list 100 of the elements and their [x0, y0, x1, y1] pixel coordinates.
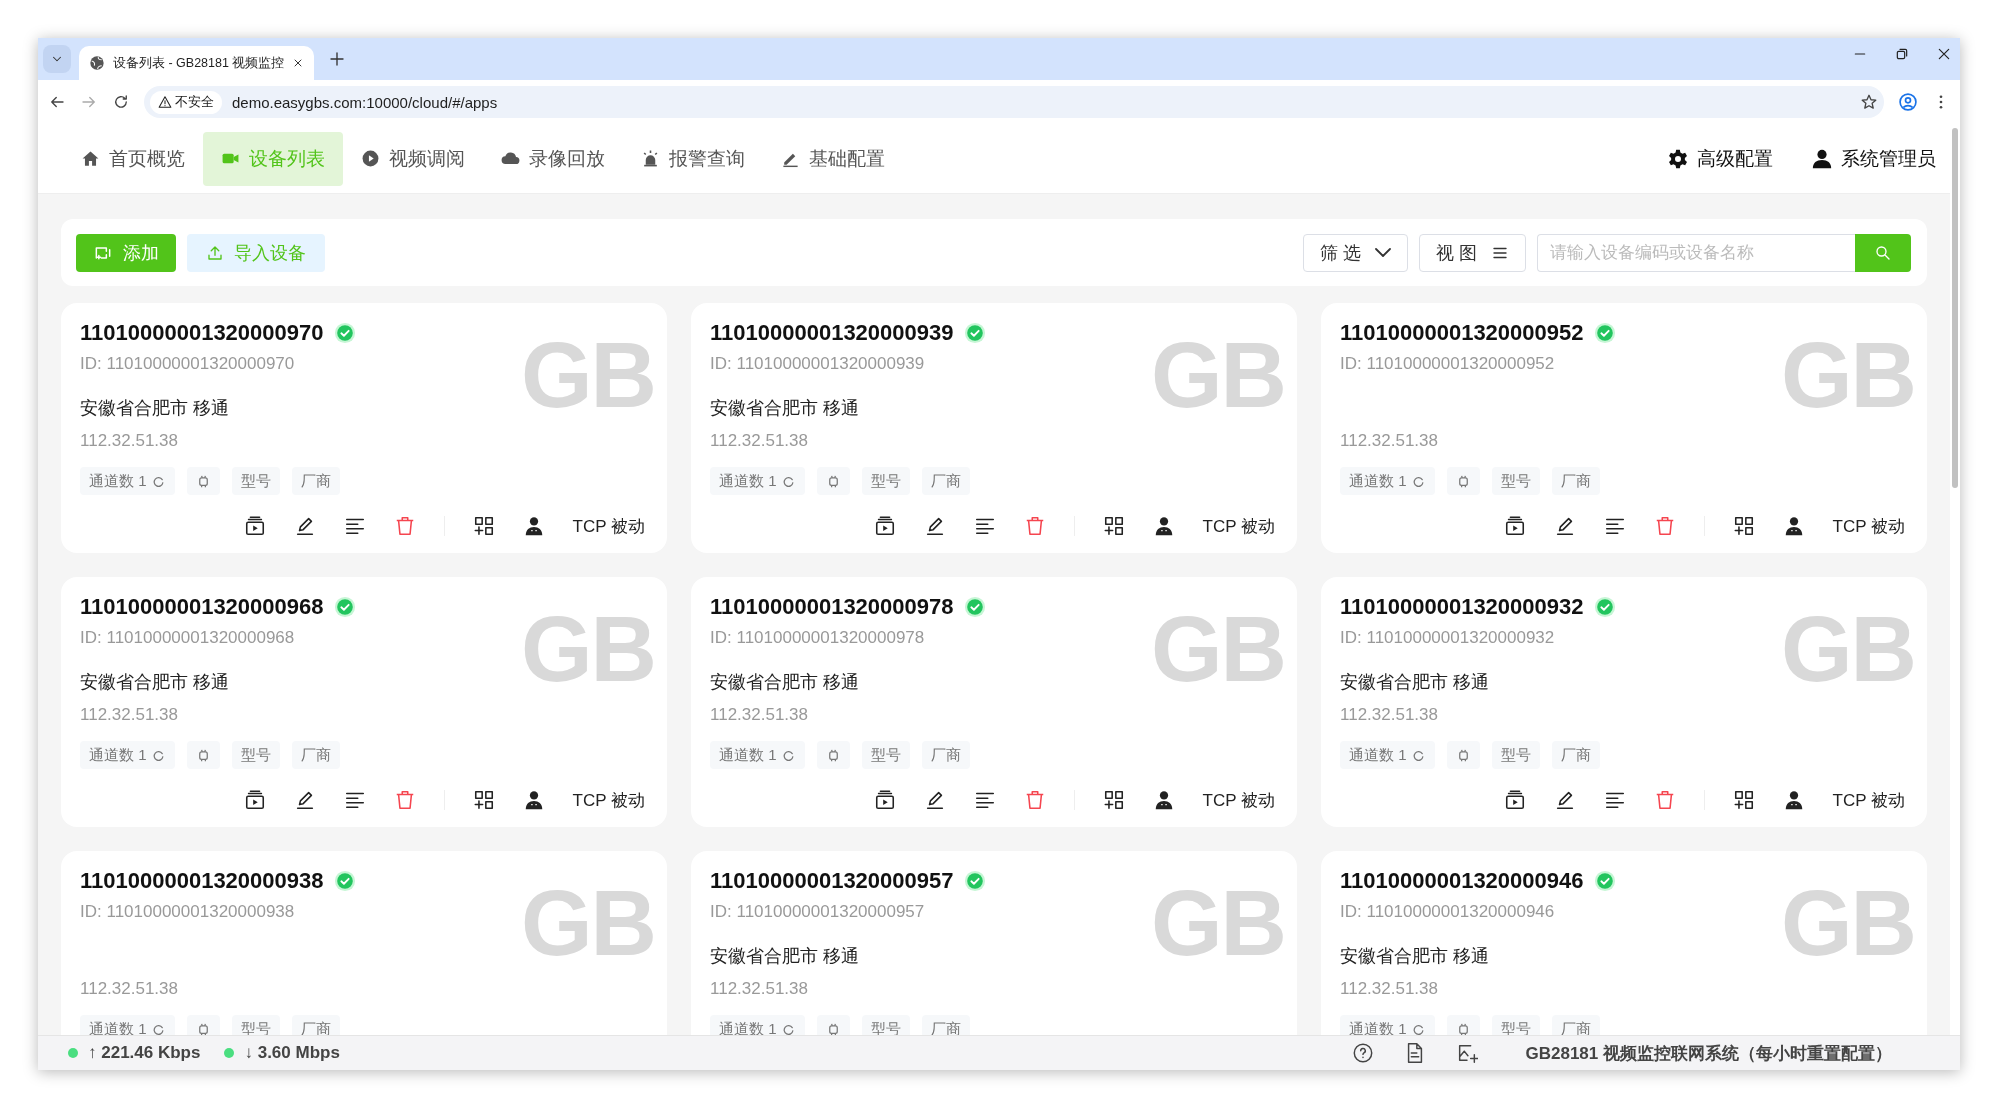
- device-id: ID: 11010000001320000932: [1340, 627, 1555, 649]
- ip-address: 112.32.51.38: [1340, 978, 1438, 1000]
- ip-address: 112.32.51.38: [710, 704, 808, 726]
- user-name: 系统管理员: [1841, 147, 1936, 171]
- device-name: 11010000001320000968: [80, 594, 324, 620]
- channel-count: 通道数 1: [719, 471, 777, 491]
- globe-icon: [89, 55, 105, 71]
- search-icon: [1874, 243, 1892, 262]
- settings-link[interactable]: 高级配置: [1667, 146, 1773, 171]
- device-location: 安徽省合肥市 移通: [1340, 671, 1489, 694]
- warning-icon: [158, 95, 172, 109]
- nav-tab[interactable]: 视频调阅: [343, 131, 483, 186]
- status-dot: [224, 1048, 235, 1058]
- nav-label: 基础配置: [809, 147, 885, 171]
- profile-icon[interactable]: [1898, 92, 1918, 112]
- model-tag: 型号: [231, 1015, 280, 1035]
- view-button[interactable]: 视 图: [1419, 233, 1526, 272]
- ip-address: 112.32.51.38: [710, 978, 808, 1000]
- model-tag: 型号: [1491, 1015, 1540, 1035]
- device-id: ID: 11010000001320000970: [80, 353, 295, 375]
- status-dot: [68, 1048, 78, 1058]
- ip-address: 112.32.51.38: [710, 430, 808, 452]
- close-icon[interactable]: [1936, 46, 1952, 62]
- vendor-tag: 厂商: [1551, 1015, 1600, 1035]
- ip-address: 112.32.51.38: [80, 978, 178, 1000]
- filter-dropdown[interactable]: 筛 选: [1303, 233, 1409, 272]
- nav-label: 视频调阅: [389, 147, 465, 171]
- model-tag: 型号: [1491, 741, 1540, 769]
- transport-mode: TCP 被动: [1202, 789, 1275, 812]
- scrollbar-thumb[interactable]: [1952, 128, 1958, 488]
- model-tag: 型号: [1491, 467, 1540, 495]
- new-tab-icon[interactable]: [328, 50, 347, 68]
- device-name: 11010000001320000946: [1340, 868, 1584, 894]
- nav-label: 首页概览: [109, 147, 185, 171]
- device-id: ID: 11010000001320000938: [80, 901, 295, 923]
- model-tag: 型号: [861, 467, 910, 495]
- star-icon[interactable]: [1860, 93, 1878, 111]
- system-title: GB28181 视频监控联网系统（每小时重置配置）: [1525, 1042, 1892, 1065]
- playback-icon[interactable]: [243, 515, 266, 537]
- browser-tab[interactable]: 设备列表 - GB28181 视频监控: [79, 46, 315, 80]
- channel-count: 通道数 1: [719, 745, 777, 765]
- vendor-tag: 厂商: [921, 1015, 970, 1035]
- reload-icon[interactable]: [112, 93, 130, 111]
- device-id: ID: 11010000001320000939: [710, 353, 925, 375]
- settings-label: 高级配置: [1697, 147, 1773, 171]
- device-id: ID: 11010000001320000978: [710, 627, 925, 649]
- security-chip[interactable]: 不安全: [150, 90, 222, 114]
- help-icon[interactable]: [1351, 1042, 1374, 1064]
- upload-rate: ↑ 221.46 Kbps: [88, 1043, 201, 1063]
- grid-plus-icon[interactable]: [1102, 515, 1125, 537]
- vendor-tag: 厂商: [921, 467, 970, 495]
- playback-icon[interactable]: [873, 515, 896, 537]
- transport-mode: TCP 被动: [1832, 515, 1905, 538]
- vendor-tag: 厂商: [1551, 467, 1600, 495]
- playback-icon[interactable]: [873, 789, 896, 811]
- restore-icon[interactable]: [1894, 46, 1910, 62]
- alarm-light-icon: [641, 149, 660, 168]
- vendor-tag: 厂商: [921, 741, 970, 769]
- nav-tab[interactable]: 首页概览: [63, 131, 203, 186]
- device-name: 11010000001320000970: [80, 320, 324, 346]
- channel-count: 通道数 1: [89, 745, 147, 765]
- nav-tab[interactable]: 报警查询: [623, 131, 763, 186]
- model-tag: 型号: [231, 467, 280, 495]
- grid-plus-icon[interactable]: [1102, 789, 1125, 811]
- grid-plus-icon[interactable]: [472, 789, 495, 811]
- transport-mode: TCP 被动: [1202, 515, 1275, 538]
- nav-label: 报警查询: [669, 147, 745, 171]
- grid-plus-icon[interactable]: [1732, 789, 1755, 811]
- vendor-tag: 厂商: [1551, 741, 1600, 769]
- device-location: 安徽省合肥市 移通: [710, 671, 859, 694]
- device-location: 安徽省合肥市 移通: [1340, 945, 1489, 968]
- channel-count: 通道数 1: [89, 1019, 147, 1035]
- nav-tab[interactable]: 录像回放: [483, 131, 623, 186]
- device-id: ID: 11010000001320000968: [80, 627, 295, 649]
- device-location: 安徽省合肥市 移通: [710, 945, 859, 968]
- channel-count: 通道数 1: [1349, 745, 1407, 765]
- transport-mode: TCP 被动: [1832, 789, 1905, 812]
- device-name: 11010000001320000957: [710, 868, 954, 894]
- device-name: 11010000001320000932: [1340, 594, 1584, 620]
- search-field[interactable]: 请输入设备编码或设备名称: [1537, 233, 1855, 272]
- url-field[interactable]: demo.easygbs.com:10000/cloud/#/apps: [232, 93, 1850, 111]
- device-name: 11010000001320000939: [710, 320, 954, 346]
- nav-tab[interactable]: 基础配置: [763, 131, 903, 186]
- grid-plus-icon[interactable]: [472, 515, 495, 537]
- tab-title: 设备列表 - GB28181 视频监控: [113, 54, 285, 72]
- home-icon: [81, 149, 100, 168]
- playback-icon[interactable]: [1503, 789, 1526, 811]
- playback-icon[interactable]: [243, 789, 266, 811]
- model-tag: 型号: [231, 741, 280, 769]
- chevron-down-icon: [1375, 248, 1392, 257]
- ip-address: 112.32.51.38: [1340, 704, 1438, 726]
- playback-icon[interactable]: [1503, 515, 1526, 537]
- device-id: ID: 11010000001320000957: [710, 901, 925, 923]
- grid-plus-icon[interactable]: [1732, 515, 1755, 537]
- device-name: 11010000001320000978: [710, 594, 954, 620]
- user-icon: [1811, 147, 1833, 170]
- device-name: 11010000001320000952: [1340, 320, 1584, 346]
- gear-icon: [1667, 147, 1689, 170]
- nav-label: 设备列表: [249, 147, 325, 171]
- user-menu[interactable]: 系统管理员: [1811, 146, 1936, 171]
